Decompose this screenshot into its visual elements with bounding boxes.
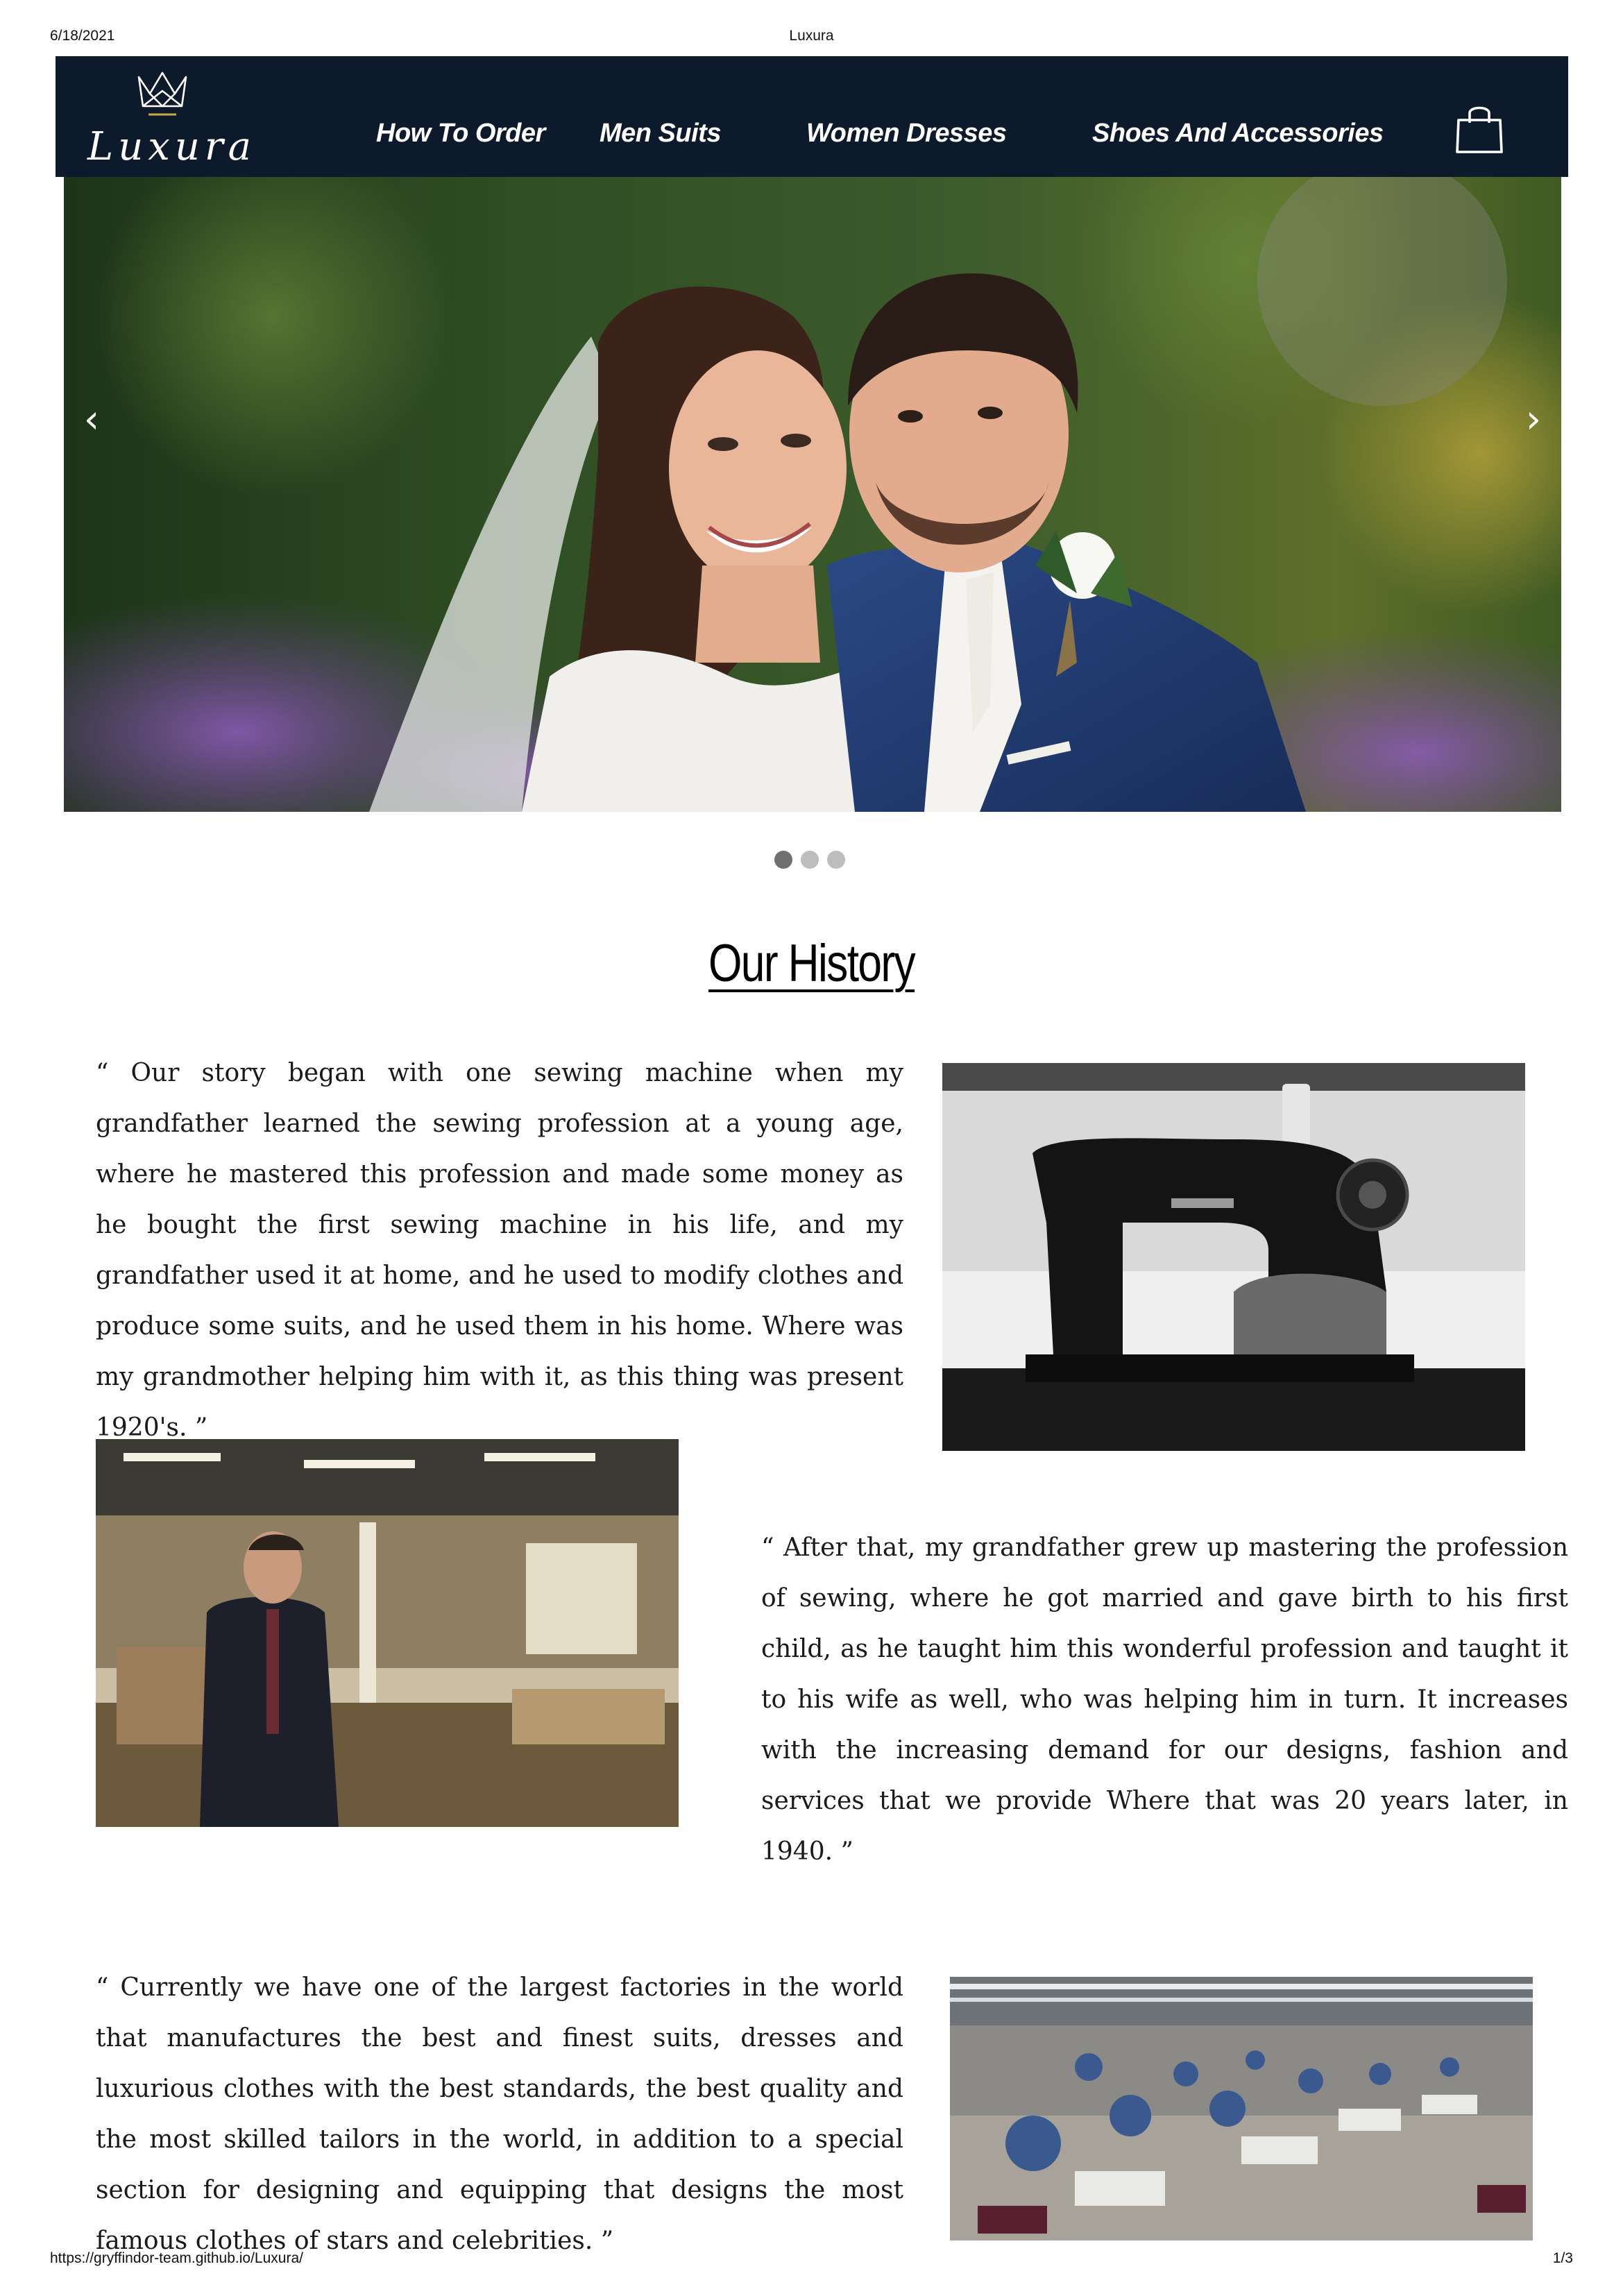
history-paragraph-1: “ Our story began with one sewing machin…: [96, 1059, 903, 1442]
nav-women-dresses[interactable]: Women Dresses: [806, 119, 1007, 148]
print-page-number: 1/3: [1552, 2250, 1573, 2266]
nav-how-to-order[interactable]: How To Order: [376, 119, 545, 148]
brand-name: Luxura: [87, 124, 257, 169]
history-paragraph-3: “ Currently we have one of the largest f…: [96, 1973, 903, 2255]
wedding-couple-photo: [64, 177, 1561, 812]
section-title: Our History: [708, 934, 916, 993]
shopping-bag-icon[interactable]: [1454, 102, 1504, 155]
nav-shoes-accessories[interactable]: Shoes And Accessories: [1092, 119, 1384, 148]
carousel-dot-3[interactable]: [827, 851, 845, 869]
carousel-prev-button[interactable]: ‹: [71, 385, 112, 454]
navbar: Luxura How To Order Men Suits Women Dres…: [56, 56, 1568, 177]
sewing-machine-photo: [942, 1063, 1525, 1451]
crown-icon: [137, 71, 187, 116]
carousel-next-button[interactable]: ›: [1513, 385, 1554, 454]
print-title: Luxura: [789, 28, 834, 44]
nav-men-suits[interactable]: Men Suits: [600, 119, 721, 148]
print-url: https://gryffindor-team.github.io/Luxura…: [50, 2250, 303, 2266]
carousel-indicators: [774, 851, 851, 870]
brand-logo-link[interactable]: Luxura: [87, 70, 251, 169]
hero-carousel: ‹ ›: [64, 177, 1561, 812]
carousel-dot-2[interactable]: [801, 851, 819, 869]
print-footer: https://gryffindor-team.github.io/Luxura…: [50, 2250, 1573, 2271]
tailor-workshop-photo: [96, 1439, 679, 1827]
history-paragraph-2: “ After that, my grandfather grew up mas…: [761, 1533, 1568, 1866]
print-header: 6/18/2021 Luxura: [50, 28, 1573, 49]
garment-factory-photo: [950, 1977, 1533, 2240]
carousel-dot-1[interactable]: [774, 851, 792, 869]
